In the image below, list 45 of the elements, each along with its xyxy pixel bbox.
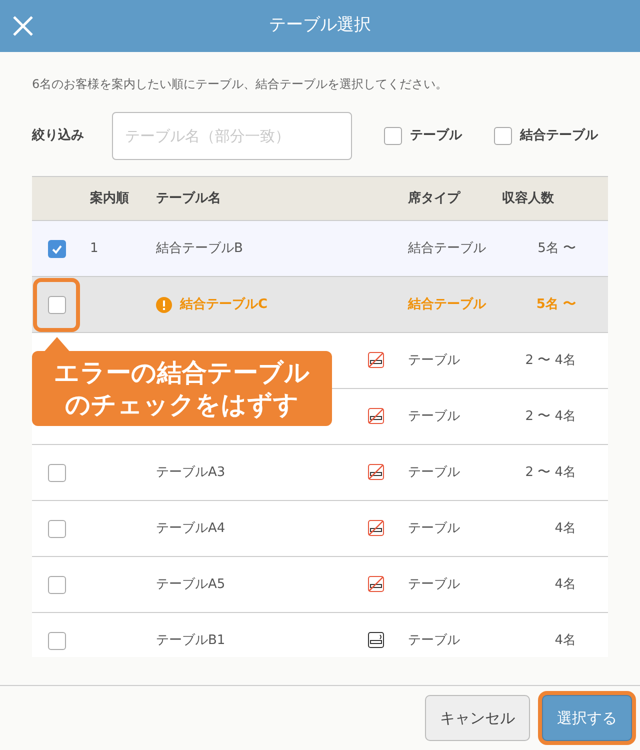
checkbox[interactable] — [48, 464, 66, 482]
table-cell-text: 4名 — [554, 632, 576, 650]
table-cell-text: テーブル — [408, 520, 460, 538]
checkbox[interactable] — [384, 127, 402, 145]
column-header: 席タイプ — [408, 190, 460, 208]
table-cell-text: 4名 — [554, 520, 576, 538]
table-cell-text: 結合テーブルB — [156, 240, 243, 258]
checkbox[interactable] — [48, 576, 66, 594]
table-cell-text: テーブル — [408, 352, 460, 370]
checkbox[interactable] — [48, 520, 66, 538]
table-cell-text: テーブルA4 — [156, 520, 226, 538]
callout-text: エラーの結合テーブルのチェックをはずす — [53, 356, 311, 420]
table-cell-text: テーブル — [408, 464, 460, 482]
table-cell-text: テーブル — [408, 576, 460, 594]
table-cell-text: テーブルB1 — [156, 632, 226, 650]
close-icon[interactable] — [12, 15, 34, 37]
table-cell-text: 2 〜 4名 — [525, 408, 576, 426]
checkbox[interactable] — [48, 296, 66, 314]
filter-label: 絞り込み — [32, 126, 85, 146]
checkbox-label: 結合テーブル — [520, 126, 598, 146]
check-icon — [51, 243, 63, 255]
window-title: テーブル選択 — [269, 14, 371, 38]
checkbox[interactable] — [48, 632, 66, 650]
table-cell-text: テーブル — [408, 632, 460, 650]
table-cell-text: 結合テーブル — [408, 240, 486, 258]
table-cell-text: 1 — [90, 240, 98, 258]
instruction-text: 6名のお客様を案内したい順にテーブル、結合テーブルを選択してください。 — [32, 76, 449, 92]
table-cell-text: テーブルA3 — [156, 464, 226, 482]
checkbox-label: テーブル — [410, 126, 462, 146]
table-cell-text: 5名 〜 — [536, 296, 576, 314]
table-cell-text: テーブル — [408, 408, 460, 426]
column-header: 案内順 — [90, 190, 129, 208]
table-cell-text: 2 〜 4名 — [525, 352, 576, 370]
table-cell-text: テーブルA5 — [156, 576, 226, 594]
cancel-button[interactable]: キャンセル — [425, 695, 530, 741]
checkbox[interactable] — [48, 240, 66, 258]
column-header: テーブル名 — [156, 190, 221, 208]
column-header: 収容人数 — [502, 190, 554, 208]
table-row[interactable]: 1 結合テーブルB 結合テーブル 5名 〜 — [32, 221, 608, 277]
table-cell-text: 結合テーブル — [408, 296, 486, 314]
table-cell-text: 2 〜 4名 — [525, 464, 576, 482]
table-cell-text: 5名 〜 — [538, 240, 576, 258]
checkbox[interactable] — [494, 127, 512, 145]
table-cell-text: 4名 — [554, 576, 576, 594]
table-cell-text: 結合テーブルC — [180, 296, 268, 314]
